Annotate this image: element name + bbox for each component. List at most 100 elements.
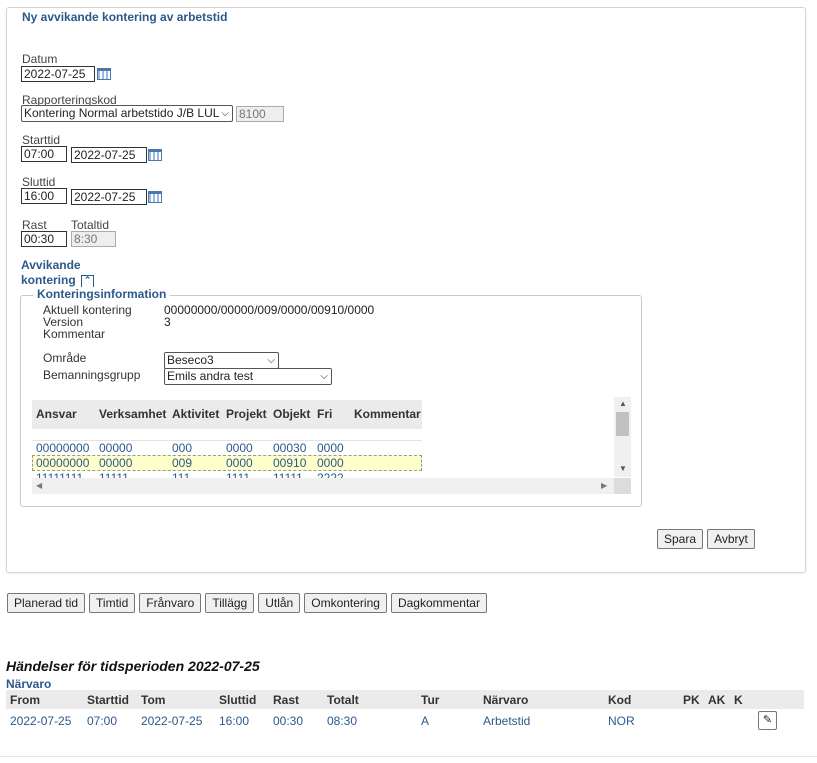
cell-fri: 2222	[317, 471, 344, 478]
cell-starttid: 07:00	[87, 714, 118, 728]
table-row[interactable]: 11111111 11111 111 1111 11111 2222	[32, 471, 422, 478]
cell-totalt: 08:30	[327, 714, 358, 728]
scroll-down-icon[interactable]: ▼	[619, 464, 627, 473]
timtid-button[interactable]: Timtid	[89, 593, 136, 613]
cell-fri: 0000	[317, 456, 344, 470]
save-button[interactable]: Spara	[657, 529, 703, 549]
franvaro-button[interactable]: Frånvaro	[139, 593, 202, 613]
rapporteringskod-select[interactable]: Kontering Normal arbetstido J/B LUL ⌵	[21, 105, 233, 122]
action-toolbar: Planerad tid Timtid Frånvaro Tillägg Utl…	[7, 593, 487, 613]
sluttid-time-input[interactable]: 16:00	[21, 188, 67, 204]
cell-ansvar: 11111111	[36, 471, 84, 478]
chevron-down-icon: ⌵	[320, 371, 328, 382]
datum-input[interactable]: 2022-07-25	[21, 66, 95, 82]
avvikande-line2: kontering	[21, 273, 76, 287]
calendar-icon[interactable]	[97, 68, 111, 80]
cell-projekt: 0000	[226, 441, 253, 455]
starttid-date-input[interactable]: 2022-07-25	[71, 147, 147, 163]
col-fri[interactable]: Fri	[317, 407, 332, 421]
col-aktivitet[interactable]: Aktivitet	[172, 407, 219, 421]
table-row-selected[interactable]: 00000000 00000 009 0000 00910 0000	[32, 455, 422, 471]
rapporteringskod-selected: Kontering Normal arbetstido J/B LUL	[24, 106, 220, 120]
col-ansvar[interactable]: Ansvar	[36, 407, 77, 421]
col-narvaro: Närvaro	[483, 693, 529, 707]
calendar-icon[interactable]	[148, 191, 162, 203]
grid-vertical-scrollbar[interactable]: ▲ ▼	[614, 397, 631, 477]
col-rast: Rast	[273, 693, 300, 707]
bemanningsgrupp-selected: Emils andra test	[167, 369, 254, 383]
col-starttid: Starttid	[87, 693, 129, 707]
kommentar-label: Kommentar	[43, 327, 106, 341]
rast-input[interactable]: 00:30	[21, 231, 67, 247]
cell-tom: 2022-07-25	[141, 714, 203, 728]
avvikande-kontering-link[interactable]: Avvikande kontering ⌃	[21, 258, 95, 288]
cell-fri: 0000	[317, 441, 344, 455]
cell-aktivitet: 000	[172, 441, 193, 455]
col-kod: Kod	[608, 693, 632, 707]
cell-ansvar: 00000000	[36, 456, 90, 470]
cancel-button[interactable]: Avbryt	[707, 529, 755, 549]
page-title: Ny avvikande kontering av arbetstid	[22, 10, 228, 24]
pencil-icon[interactable]: ✎	[758, 711, 777, 730]
scroll-up-icon[interactable]: ▲	[619, 399, 627, 408]
cell-verksamhet: 11111	[99, 471, 129, 478]
version-value: 3	[164, 315, 171, 329]
cell-verksamhet: 00000	[99, 456, 133, 470]
col-verksamhet[interactable]: Verksamhet	[99, 407, 166, 421]
chevron-down-icon: ⌵	[267, 355, 275, 366]
table-row[interactable]: 00000000 00000 000 0000 00030 0000	[32, 441, 422, 455]
scroll-left-icon[interactable]: ◀	[36, 481, 42, 490]
cell-aktivitet: 111	[172, 471, 191, 478]
starttid-time-input[interactable]: 07:00	[21, 146, 67, 162]
col-sluttid: Sluttid	[219, 693, 257, 707]
col-objekt[interactable]: Objekt	[273, 407, 310, 421]
omrade-selected: Beseco3	[167, 353, 214, 367]
cell-sluttid: 16:00	[219, 714, 250, 728]
aktuell-kontering-value: 00000000/00000/009/0000/00910/0000	[164, 303, 375, 317]
planerad-tid-button[interactable]: Planerad tid	[7, 593, 86, 613]
scroll-thumb[interactable]	[616, 412, 629, 436]
tillagg-button[interactable]: Tillägg	[205, 593, 255, 613]
starttid-label: Starttid	[22, 133, 61, 147]
col-tur: Tur	[421, 693, 440, 707]
calendar-icon[interactable]	[148, 149, 162, 161]
col-from: From	[10, 693, 40, 707]
col-k: K	[734, 693, 743, 707]
table-row[interactable]: 2022-07-25 07:00 2022-07-25 16:00 00:30 …	[6, 710, 804, 732]
sluttid-label: Sluttid	[22, 175, 56, 189]
col-ak: AK	[708, 693, 726, 707]
konteringsinformation-legend: Konteringsinformation	[33, 287, 171, 301]
cell-objekt: 00910	[273, 456, 307, 470]
col-totalt: Totalt	[327, 693, 359, 707]
bemanningsgrupp-select[interactable]: Emils andra test ⌵	[164, 368, 332, 385]
cell-ansvar: 00000000	[36, 441, 90, 455]
scroll-right-icon[interactable]: ▶	[601, 481, 607, 490]
datum-label: Datum	[22, 52, 58, 66]
grid-horizontal-scrollbar[interactable]: ◀ ▶	[32, 478, 614, 494]
chevron-down-icon: ⌵	[221, 108, 229, 119]
events-group-label: Närvaro	[6, 677, 52, 691]
col-kommentar[interactable]: Kommentar	[354, 407, 421, 421]
utlan-button[interactable]: Utlån	[258, 593, 301, 613]
bemanningsgrupp-label: Bemanningsgrupp	[43, 368, 141, 382]
totaltid-value: 8:30	[71, 231, 116, 247]
rast-label: Rast	[22, 218, 47, 232]
sluttid-date-input[interactable]: 2022-07-25	[71, 189, 147, 205]
cell-kod: NOR	[608, 714, 635, 728]
omkontering-button[interactable]: Omkontering	[304, 593, 387, 613]
cell-aktivitet: 009	[172, 456, 193, 470]
col-projekt[interactable]: Projekt	[226, 407, 267, 421]
cell-tur: A	[421, 714, 430, 728]
dagkommentar-button[interactable]: Dagkommentar	[390, 593, 487, 613]
scroll-corner	[614, 478, 631, 494]
bottom-divider	[0, 756, 817, 757]
cell-objekt: 11111	[273, 471, 303, 478]
cell-narvaro: Arbetstid	[483, 714, 531, 728]
cell-projekt: 1111	[226, 471, 251, 478]
col-pk: PK	[683, 693, 700, 707]
cell-objekt: 00030	[273, 441, 307, 455]
cell-from: 2022-07-25	[10, 714, 72, 728]
rapporteringskod-code: 8100	[236, 106, 284, 122]
totaltid-label: Totaltid	[71, 218, 110, 232]
omrade-select[interactable]: Beseco3 ⌵	[164, 352, 279, 369]
